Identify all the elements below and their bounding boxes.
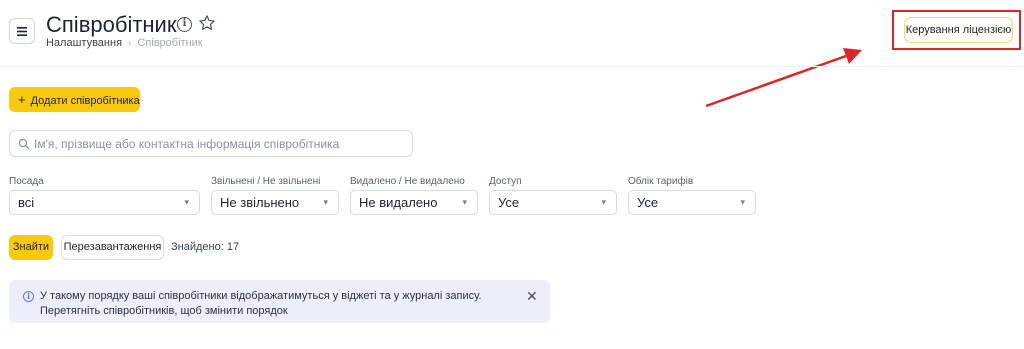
license-management-button[interactable]: Керування ліцензією <box>904 17 1013 43</box>
breadcrumb-current: Співробітник <box>137 37 203 49</box>
close-icon[interactable]: ✕ <box>526 288 538 305</box>
breadcrumb: Налаштування › Співробітник <box>46 37 203 50</box>
filter-value-deleted: Не видалено <box>359 195 438 210</box>
search-field[interactable] <box>9 130 413 157</box>
chevron-down-icon: ▾ <box>462 197 467 207</box>
filter-label-deleted: Видалено / Не видалено <box>350 176 465 187</box>
add-employee-label: Додати співробітника <box>30 95 140 107</box>
filter-select-access[interactable]: Усе ▾ <box>489 190 617 215</box>
reload-button[interactable]: Перезавантаження <box>61 235 164 260</box>
info-icon[interactable]: i <box>177 17 192 32</box>
menu-button[interactable] <box>9 18 35 44</box>
filter-select-dismissed[interactable]: Не звільнено ▾ <box>211 190 339 215</box>
info-icon: i <box>23 291 34 302</box>
header-divider <box>0 66 1024 67</box>
filter-select-position[interactable]: всі ▾ <box>9 190 200 215</box>
breadcrumb-separator: › <box>128 38 132 49</box>
chevron-down-icon: ▾ <box>601 197 606 207</box>
filter-value-access: Усе <box>498 195 520 210</box>
info-notice: i У такому порядку ваші співробітники ві… <box>9 280 550 323</box>
filter-label-position: Посада <box>9 176 44 187</box>
add-employee-button[interactable]: + Додати співробітника <box>9 87 140 112</box>
filter-label-dismissed: Звільнені / Не звільнені <box>211 176 321 187</box>
star-icon[interactable] <box>198 14 216 32</box>
filter-value-dismissed: Не звільнено <box>220 195 300 210</box>
filter-label-tariff: Облік тарифів <box>628 176 694 187</box>
find-button[interactable]: Знайти <box>9 235 53 260</box>
found-count: Знайдено: 17 <box>171 241 240 253</box>
page-title: Співробітник <box>46 12 177 37</box>
filter-value-tariff: Усе <box>637 195 659 210</box>
hamburger-icon <box>17 26 27 36</box>
filter-select-deleted[interactable]: Не видалено ▾ <box>350 190 478 215</box>
plus-icon: + <box>18 92 26 107</box>
filter-select-tariff[interactable]: Усе ▾ <box>628 190 756 215</box>
chevron-down-icon: ▾ <box>184 197 189 207</box>
search-input[interactable] <box>34 136 404 151</box>
filter-value-position: всі <box>18 195 35 210</box>
breadcrumb-parent[interactable]: Налаштування <box>46 37 122 50</box>
notice-text: У такому порядку ваші співробітники відо… <box>40 290 482 317</box>
filter-label-access: Доступ <box>489 176 522 187</box>
chevron-down-icon: ▾ <box>740 197 745 207</box>
search-icon <box>18 138 30 149</box>
chevron-down-icon: ▾ <box>323 197 328 207</box>
